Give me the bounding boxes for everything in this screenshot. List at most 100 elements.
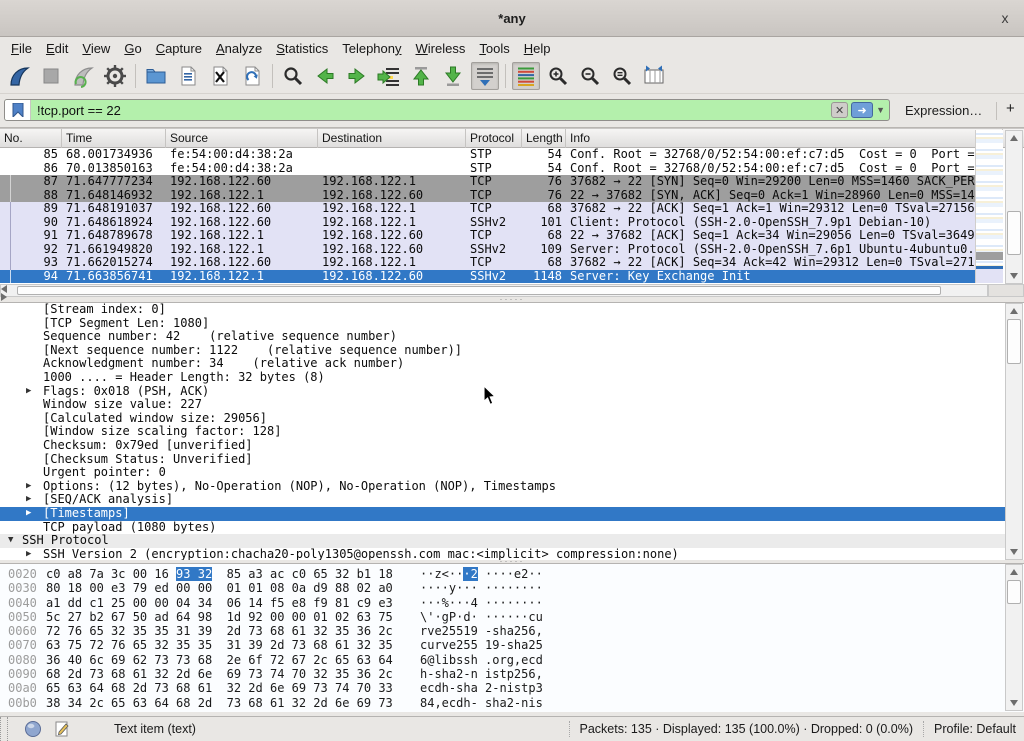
packet-row-89[interactable]: 8971.648191037192.168.122.60192.168.122.… — [0, 202, 1003, 216]
packet-row-91[interactable]: 9171.648789678192.168.122.1192.168.122.6… — [0, 229, 1003, 243]
scroll-down-icon[interactable] — [1006, 545, 1022, 559]
detail-row[interactable]: [Checksum Status: Unverified] — [0, 453, 1005, 467]
statusbar-grip[interactable] — [0, 717, 8, 741]
column-header-destination[interactable]: Destination — [318, 129, 466, 148]
hex-bytes[interactable]: 68 2d 73 68 61 32 2d 6e 69 73 74 70 32 3… — [46, 667, 393, 681]
packet-row-86[interactable]: 8670.013850163fe:54:00:d4:38:2aSTP54Conf… — [0, 162, 1003, 176]
hex-bytes[interactable]: 65 63 64 68 2d 73 68 61 32 2d 6e 69 73 7… — [46, 681, 393, 695]
zoom-in-icon[interactable] — [544, 62, 572, 90]
hex-row-0030[interactable]: 003080 18 00 e3 79 ed 00 00 01 01 08 0a … — [0, 581, 1024, 595]
scroll-thumb[interactable] — [1007, 319, 1021, 364]
hex-row-0070[interactable]: 007063 75 72 76 65 32 35 35 31 39 2d 73 … — [0, 638, 1024, 652]
hex-row-0080[interactable]: 008036 40 6c 69 62 73 73 68 2e 6f 72 67 … — [0, 653, 1024, 667]
detail-row[interactable]: Urgent pointer: 0 — [0, 466, 1005, 480]
hex-ascii[interactable]: 6@libssh .org,ecd — [420, 653, 543, 667]
scroll-thumb[interactable] — [17, 286, 941, 295]
hex-ascii[interactable]: \'·gP·d· ······cu — [420, 610, 543, 624]
zoom-out-icon[interactable] — [576, 62, 604, 90]
menu-item-wireless[interactable]: Wireless — [409, 39, 473, 58]
expand-icon[interactable]: ▶ — [26, 480, 31, 494]
packet-row-90[interactable]: 9071.648618924192.168.122.60192.168.122.… — [0, 216, 1003, 230]
restart-capture-icon[interactable] — [69, 62, 97, 90]
go-first-icon[interactable] — [407, 62, 435, 90]
hex-row-0060[interactable]: 006072 76 65 32 35 35 31 39 2d 73 68 61 … — [0, 624, 1024, 638]
detail-row[interactable]: Acknowledgment number: 34 (relative ack … — [0, 357, 1005, 371]
hex-bytes[interactable]: 80 18 00 e3 79 ed 00 00 01 01 08 0a d9 8… — [46, 581, 393, 595]
detail-row[interactable]: ▼SSH Protocol — [0, 534, 1005, 548]
hex-ascii[interactable]: 84,ecdh- sha2-nis — [420, 696, 543, 710]
hex-bytes[interactable]: a1 dd c1 25 00 00 04 34 06 14 f5 e8 f9 8… — [46, 596, 393, 610]
packet-row-87[interactable]: 8771.647777234192.168.122.60192.168.122.… — [0, 175, 1003, 189]
menu-item-tools[interactable]: Tools — [472, 39, 516, 58]
go-forward-icon[interactable] — [343, 62, 371, 90]
hex-bytes[interactable]: c0 a8 7a 3c 00 16 93 32 85 a3 ac c0 65 3… — [46, 567, 393, 581]
hex-row-0090[interactable]: 009068 2d 73 68 61 32 2d 6e 69 73 74 70 … — [0, 667, 1024, 681]
packet-row-94[interactable]: 9471.663856741192.168.122.1192.168.122.6… — [0, 270, 1003, 284]
capture-options-icon[interactable] — [101, 62, 129, 90]
hex-row-00a0[interactable]: 00a065 63 64 68 2d 73 68 61 32 2d 6e 69 … — [0, 681, 1024, 695]
detail-row[interactable]: [Calculated window size: 29056] — [0, 412, 1005, 426]
menu-item-telephony[interactable]: Telephony — [335, 39, 408, 58]
hex-row-0050[interactable]: 00505c 27 b2 67 50 ad 64 98 1d 92 00 00 … — [0, 610, 1024, 624]
detail-row[interactable]: ▶Flags: 0x018 (PSH, ACK) — [0, 385, 1005, 399]
capture-comment-icon[interactable] — [54, 721, 70, 737]
close-file-icon[interactable] — [206, 62, 234, 90]
packet-row-88[interactable]: 8871.648146932192.168.122.1192.168.122.6… — [0, 189, 1003, 203]
menu-item-statistics[interactable]: Statistics — [269, 39, 335, 58]
collapse-icon[interactable]: ▼ — [8, 534, 13, 548]
hex-ascii[interactable]: ···%···4 ········ — [420, 596, 543, 610]
column-header-time[interactable]: Time — [62, 129, 166, 148]
hex-row-00b0[interactable]: 00b038 34 2c 65 63 64 68 2d 73 68 61 32 … — [0, 696, 1024, 710]
hex-row-0020[interactable]: 0020c0 a8 7a 3c 00 16 93 32 85 a3 ac c0 … — [0, 567, 1024, 581]
display-filter-input[interactable]: !tcp.port == 22 ✕ ➜ ▼ — [4, 99, 890, 121]
menu-item-analyze[interactable]: Analyze — [209, 39, 269, 58]
open-file-icon[interactable] — [142, 62, 170, 90]
detail-row[interactable]: [TCP Segment Len: 1080] — [0, 317, 1005, 331]
scroll-down-icon[interactable] — [1006, 269, 1022, 283]
expression-button[interactable]: Expression… — [905, 103, 982, 118]
menu-item-go[interactable]: Go — [117, 39, 148, 58]
hex-bytes[interactable]: 38 34 2c 65 63 64 68 2d 73 68 61 32 2d 6… — [46, 696, 393, 710]
filter-dropdown-icon[interactable]: ▼ — [876, 105, 885, 115]
column-header-protocol[interactable]: Protocol — [466, 129, 522, 148]
menu-item-capture[interactable]: Capture — [149, 39, 209, 58]
start-capture-icon[interactable] — [5, 62, 33, 90]
detail-row[interactable]: Window size value: 227 — [0, 398, 1005, 412]
packet-row-85[interactable]: 8568.001734936fe:54:00:d4:38:2aSTP54Conf… — [0, 148, 1003, 162]
filter-text[interactable]: !tcp.port == 22 — [31, 103, 831, 118]
hex-bytes[interactable]: 72 76 65 32 35 35 31 39 2d 73 68 61 32 3… — [46, 624, 393, 638]
column-header-length[interactable]: Length — [522, 129, 566, 148]
go-last-icon[interactable] — [439, 62, 467, 90]
status-profile[interactable]: Profile: Default — [934, 722, 1016, 736]
go-back-icon[interactable] — [311, 62, 339, 90]
hex-row-0040[interactable]: 0040a1 dd c1 25 00 00 04 34 06 14 f5 e8 … — [0, 596, 1024, 610]
intelligent-scrollbar[interactable] — [975, 130, 1003, 283]
expand-icon[interactable]: ▶ — [26, 493, 31, 507]
hex-ascii[interactable]: curve255 19-sha25 — [420, 638, 543, 652]
save-file-icon[interactable] — [174, 62, 202, 90]
detail-row[interactable]: 1000 .... = Header Length: 32 bytes (8) — [0, 371, 1005, 385]
scroll-down-icon[interactable] — [1006, 696, 1022, 710]
detail-row[interactable]: TCP payload (1080 bytes) — [0, 521, 1005, 535]
packet-list-hscrollbar[interactable] — [0, 284, 988, 297]
resize-columns-icon[interactable] — [640, 62, 668, 90]
scroll-up-icon[interactable] — [1006, 304, 1022, 318]
details-vscrollbar[interactable] — [1005, 303, 1023, 560]
filter-clear-icon[interactable]: ✕ — [831, 102, 848, 118]
packet-row-92[interactable]: 9271.661949820192.168.122.1192.168.122.6… — [0, 243, 1003, 257]
menu-item-edit[interactable]: Edit — [39, 39, 75, 58]
detail-row[interactable]: ▶[Timestamps] — [0, 507, 1005, 521]
scroll-thumb[interactable] — [1007, 211, 1021, 255]
hex-ascii[interactable]: ··z<···2 ····e2·· — [420, 567, 543, 581]
find-packet-icon[interactable] — [279, 62, 307, 90]
hex-ascii[interactable]: ····y··· ········ — [420, 581, 543, 595]
bytes-vscrollbar[interactable] — [1005, 564, 1023, 711]
titlebar[interactable]: *any x — [0, 0, 1024, 37]
go-to-packet-icon[interactable] — [375, 62, 403, 90]
detail-row[interactable]: ▶[SEQ/ACK analysis] — [0, 493, 1005, 507]
hex-ascii[interactable]: ecdh-sha 2-nistp3 — [420, 681, 543, 695]
filter-apply-icon[interactable]: ➜ — [851, 102, 873, 118]
detail-row[interactable]: ▶Options: (12 bytes), No-Operation (NOP)… — [0, 480, 1005, 494]
menu-item-help[interactable]: Help — [517, 39, 558, 58]
hex-bytes[interactable]: 36 40 6c 69 62 73 73 68 2e 6f 72 67 2c 6… — [46, 653, 393, 667]
